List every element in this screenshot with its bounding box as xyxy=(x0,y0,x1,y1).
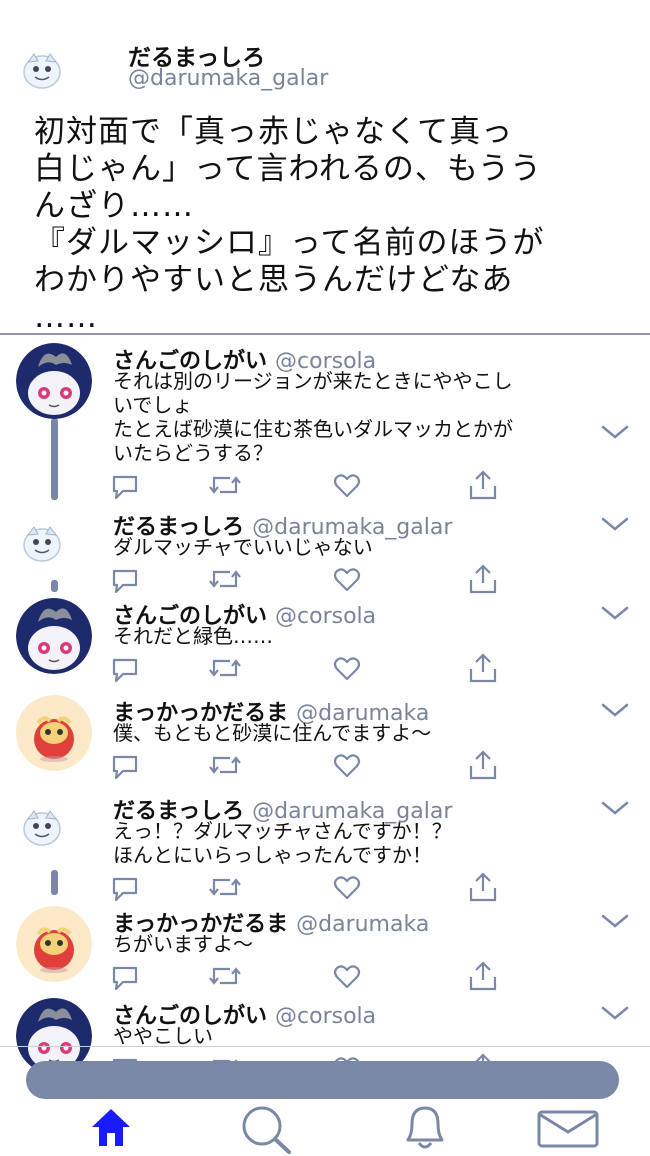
avatar-corsola[interactable] xyxy=(16,598,92,674)
reply-author-handle: @corsola xyxy=(275,604,377,629)
main-tweet-text: 初対面で「真っ赤じゃなくて真っ 白じゃん」って言われるの、もうう んざり…… 『… xyxy=(34,114,614,336)
like-icon[interactable] xyxy=(333,753,361,779)
thread-connector xyxy=(51,870,58,895)
reply-author-handle: @darumaka xyxy=(296,912,430,937)
like-icon[interactable] xyxy=(333,656,361,682)
reply-text-line: ややこしい xyxy=(113,1024,213,1048)
reply-icon[interactable] xyxy=(110,753,140,781)
tweet-line: 白じゃん」って言われるの、もうう xyxy=(34,151,542,187)
avatar-darumaka[interactable] xyxy=(16,695,92,771)
avatar-corsola[interactable] xyxy=(16,343,92,419)
compose-bar[interactable] xyxy=(26,1061,619,1099)
chevron-down-icon[interactable] xyxy=(600,701,630,723)
tweet-line: 『ダルマッシロ』って名前のほうが xyxy=(34,225,545,261)
reply-text-line: いでしょ xyxy=(113,393,193,417)
chevron-down-icon[interactable] xyxy=(600,799,630,821)
avatar-darumaka-galar[interactable] xyxy=(18,44,66,92)
reply-text-line: それは別のリージョンが来たときにややこし xyxy=(113,369,513,393)
share-icon[interactable] xyxy=(468,749,498,781)
divider xyxy=(0,333,650,335)
share-icon[interactable] xyxy=(468,960,498,992)
tweet-line: 初対面で「真っ赤じゃなくて真っ xyxy=(34,114,514,150)
retweet-icon[interactable] xyxy=(208,753,242,777)
search-icon[interactable] xyxy=(240,1104,294,1154)
reply-text-line: ちがいますよ～ xyxy=(113,932,253,956)
reply-text-line: ダルマッチャでいいじゃない xyxy=(113,535,373,559)
thread-connector xyxy=(51,580,58,592)
chevron-down-icon[interactable] xyxy=(600,1004,630,1026)
thread-connector xyxy=(51,418,58,500)
reply-icon[interactable] xyxy=(110,656,140,684)
chevron-down-icon[interactable] xyxy=(600,423,630,445)
like-icon[interactable] xyxy=(333,964,361,990)
tweet-line: わかりやすいと思うんだけどなあ xyxy=(34,262,514,298)
retweet-icon[interactable] xyxy=(208,656,242,680)
messages-icon[interactable] xyxy=(536,1108,600,1150)
divider xyxy=(0,1046,650,1047)
chevron-down-icon[interactable] xyxy=(600,515,630,537)
reply-text-line: 僕、もともと砂漠に住んでますよ～ xyxy=(113,721,432,745)
avatar-darumaka[interactable] xyxy=(16,906,92,982)
chevron-down-icon[interactable] xyxy=(600,912,630,934)
reply-text-line: いたらどうする？ xyxy=(113,441,273,465)
share-icon[interactable] xyxy=(468,871,498,903)
retweet-icon[interactable] xyxy=(208,875,242,899)
retweet-icon[interactable] xyxy=(208,567,242,591)
home-icon[interactable] xyxy=(88,1104,134,1150)
tweet-line: …… xyxy=(34,299,98,335)
share-icon[interactable] xyxy=(468,469,498,501)
reply-text-line: それだと緑色…… xyxy=(113,624,273,648)
share-icon[interactable] xyxy=(468,563,498,595)
reply-icon[interactable] xyxy=(110,964,140,992)
reply-icon[interactable] xyxy=(110,567,140,595)
reply-text-line: えっ！？ダルマッチャさんですか！？ xyxy=(113,819,452,843)
notifications-icon[interactable] xyxy=(398,1102,452,1152)
like-icon[interactable] xyxy=(333,473,361,499)
reply-text-line: たとえば砂漠に住む茶色いダルマッカとかが xyxy=(113,417,513,441)
author-handle: @darumaka_galar xyxy=(128,66,329,91)
reply-icon[interactable] xyxy=(110,473,140,501)
reply-icon[interactable] xyxy=(110,875,140,903)
like-icon[interactable] xyxy=(333,875,361,901)
like-icon[interactable] xyxy=(333,567,361,593)
reply-author-handle: @corsola xyxy=(275,1004,377,1029)
avatar-galar[interactable] xyxy=(18,517,66,565)
retweet-icon[interactable] xyxy=(208,473,242,497)
share-icon[interactable] xyxy=(468,652,498,684)
tweet-line: んざり…… xyxy=(34,188,194,224)
chevron-down-icon[interactable] xyxy=(600,604,630,626)
avatar-galar[interactable] xyxy=(18,801,66,849)
reply-text-line: ほんとにいらっしゃったんですか！ xyxy=(113,843,432,867)
retweet-icon[interactable] xyxy=(208,964,242,988)
